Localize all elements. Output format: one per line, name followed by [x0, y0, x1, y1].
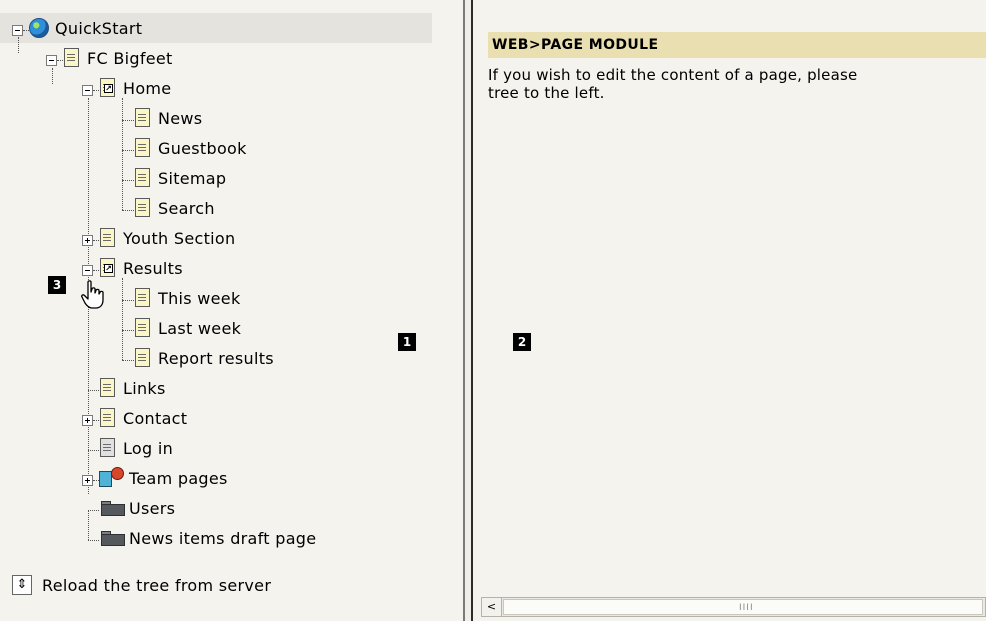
- shortcut-page-icon: ↗: [99, 78, 117, 98]
- page-icon: [134, 288, 152, 308]
- tree-node-last-week[interactable]: Last week: [134, 313, 241, 343]
- shortcut-page-icon: ↗: [99, 258, 117, 278]
- callout-marker-2: 2: [513, 333, 531, 351]
- page-icon: [63, 48, 81, 68]
- scrollbar-grip-icon: IIII: [739, 603, 754, 613]
- tree-root[interactable]: QuickStart: [29, 13, 142, 43]
- tree-node-team-pages[interactable]: Team pages: [99, 463, 228, 493]
- tree-node-news[interactable]: News: [134, 103, 202, 133]
- horizontal-scrollbar[interactable]: < IIII: [481, 597, 986, 617]
- page-icon: [99, 228, 117, 248]
- page-icon: [134, 138, 152, 158]
- collapse-icon[interactable]: [12, 25, 23, 36]
- tree-node-youth-section[interactable]: Youth Section: [99, 223, 235, 253]
- tree-node-log-in[interactable]: Log in: [99, 433, 173, 463]
- collapse-icon[interactable]: [82, 265, 93, 276]
- page-icon: [134, 348, 152, 368]
- expand-icon[interactable]: [82, 235, 93, 246]
- hand-cursor-icon: [81, 280, 104, 309]
- tree-node-contact[interactable]: Contact: [99, 403, 187, 433]
- page-icon: [134, 198, 152, 218]
- page-icon: [99, 408, 117, 428]
- team-icon: [99, 467, 129, 489]
- tree-node-this-week[interactable]: This week: [134, 283, 241, 313]
- collapse-icon[interactable]: [82, 85, 93, 96]
- tree-node-links[interactable]: Links: [99, 373, 166, 403]
- expand-icon[interactable]: [82, 475, 93, 486]
- tree-node-users[interactable]: Users: [99, 493, 175, 523]
- tree-node-results[interactable]: ↗ Results: [99, 253, 183, 283]
- frame-splitter[interactable]: [463, 0, 473, 621]
- callout-marker-1: 1: [398, 333, 416, 351]
- page-tree-panel: QuickStart FC Bigfeet ↗ Home News Guestb…: [0, 0, 463, 621]
- tree-node-sitemap[interactable]: Sitemap: [134, 163, 226, 193]
- tree-node-search[interactable]: Search: [134, 193, 215, 223]
- scrollbar-thumb[interactable]: IIII: [503, 599, 983, 615]
- module-header: WEB>PAGE MODULE: [488, 32, 986, 58]
- tree-root-label: QuickStart: [55, 18, 143, 38]
- tree-node-home[interactable]: ↗ Home: [99, 73, 171, 103]
- tree-node-fc-bigfeet[interactable]: FC Bigfeet: [63, 43, 173, 73]
- callout-marker-3: 3: [48, 276, 66, 294]
- restricted-page-icon: [99, 438, 117, 458]
- refresh-icon: ⇕: [12, 575, 32, 595]
- page-icon: [134, 108, 152, 128]
- folder-icon: [99, 499, 127, 517]
- page-icon: [134, 168, 152, 188]
- collapse-icon[interactable]: [46, 55, 57, 66]
- tree-node-report-results[interactable]: Report results: [134, 343, 274, 373]
- tree-node-news-items-draft-page[interactable]: News items draft page: [99, 523, 316, 553]
- tree-node-guestbook[interactable]: Guestbook: [134, 133, 247, 163]
- reload-tree-button[interactable]: ⇕ Reload the tree from server: [12, 573, 271, 597]
- scroll-left-button[interactable]: <: [482, 598, 502, 616]
- globe-icon: [29, 18, 49, 38]
- module-info-text: If you wish to edit the content of a pag…: [488, 66, 858, 102]
- page-icon: [99, 378, 117, 398]
- expand-icon[interactable]: [82, 415, 93, 426]
- page-icon: [134, 318, 152, 338]
- folder-icon: [99, 529, 127, 547]
- content-panel: WEB>PAGE MODULE If you wish to edit the …: [473, 0, 986, 621]
